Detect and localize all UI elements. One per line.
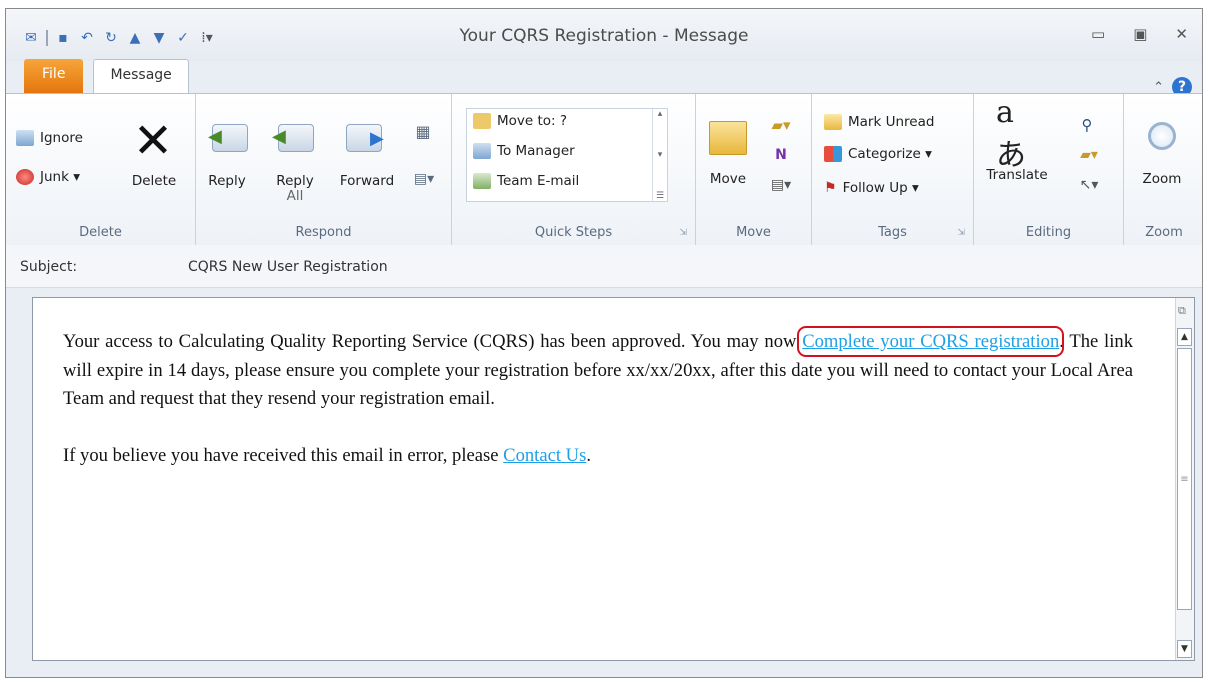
- team-mail-icon: [473, 173, 491, 189]
- group-label-zoom: Zoom: [1145, 225, 1183, 240]
- scroll-down-button[interactable]: ▼: [1177, 640, 1192, 658]
- reply-all-button[interactable]: Reply All: [270, 174, 320, 204]
- subject-label: Subject:: [20, 259, 78, 275]
- body-text: .: [586, 444, 591, 466]
- window-title: Your CQRS Registration - Message: [459, 26, 749, 46]
- group-quick-steps: Move to: ? To Manager Team E-mail ▴ ▾ ☰ Qu…: [452, 94, 696, 246]
- rules-icon[interactable]: ▰▾: [766, 114, 796, 136]
- zoom-button[interactable]: Zoom: [1134, 172, 1190, 187]
- tab-file[interactable]: File: [24, 59, 84, 93]
- categorize-icon: [824, 146, 842, 162]
- body-text: Your access to Calculating Quality Repor…: [63, 331, 803, 352]
- tab-message[interactable]: Message: [93, 59, 189, 93]
- onenote-icon[interactable]: N: [766, 144, 796, 166]
- scroll-up-icon[interactable]: ▴: [658, 109, 663, 119]
- reply-all-label-2: All: [286, 188, 304, 204]
- split-icon[interactable]: ⧉: [1178, 304, 1186, 318]
- find-icon[interactable]: ⚲: [1074, 114, 1100, 136]
- quick-step-label: Move to: ?: [497, 113, 568, 129]
- message-body[interactable]: Your access to Calculating Quality Repor…: [32, 297, 1195, 661]
- junk-button[interactable]: Junk ▾: [16, 169, 80, 185]
- scroll-down-icon[interactable]: ▾: [658, 150, 663, 160]
- meeting-icon[interactable]: ▦: [412, 120, 434, 142]
- move-button[interactable]: Move: [700, 172, 756, 187]
- group-editing: aあ Translate ⚲ ▰▾ ↖▾ Editing: [974, 94, 1124, 246]
- mark-unread-label: Mark Unread: [848, 114, 935, 130]
- quick-step-label: To Manager: [497, 143, 575, 159]
- ignore-icon: [16, 130, 34, 146]
- quick-step-to-manager[interactable]: To Manager: [473, 143, 575, 159]
- select-icon[interactable]: ↖▾: [1074, 174, 1104, 196]
- complete-registration-link[interactable]: Complete your CQRS registration: [797, 326, 1065, 357]
- contact-us-link[interactable]: Contact Us: [503, 445, 586, 466]
- group-move: Move ▰▾ N ▤▾ Move: [696, 94, 812, 246]
- subject-bar: Subject: CQRS New User Registration: [6, 245, 1202, 288]
- more-icon[interactable]: ☰: [656, 191, 664, 201]
- translate-icon[interactable]: aあ: [996, 95, 1040, 173]
- minimize-icon[interactable]: ▭: [1091, 25, 1105, 43]
- ignore-button[interactable]: Ignore: [16, 130, 83, 146]
- follow-up-label: Follow Up ▾: [842, 180, 919, 196]
- reply-all-label-1: Reply: [276, 173, 314, 189]
- group-label-move: Move: [736, 225, 771, 240]
- close-icon[interactable]: ✕: [1175, 25, 1188, 43]
- group-label-quick-steps: Quick Steps: [534, 225, 613, 240]
- group-zoom: Zoom Zoom: [1124, 94, 1202, 246]
- quick-step-team-email[interactable]: Team E-mail: [473, 173, 579, 189]
- move-icon[interactable]: [708, 116, 748, 160]
- title-bar: ✉ ▪ ↶ ↻ ▲ ▼ ✓ ⁞▾ Your CQRS Registration …: [6, 9, 1202, 61]
- translate-button[interactable]: Translate: [982, 168, 1052, 183]
- reply-button[interactable]: Reply: [202, 174, 252, 189]
- delete-button[interactable]: Delete: [124, 174, 184, 189]
- zoom-icon[interactable]: [1142, 112, 1182, 160]
- body-paragraph-2: If you believe you have received this em…: [63, 442, 1133, 471]
- group-label-tags: Tags: [878, 225, 907, 240]
- follow-up-button[interactable]: ⚑ Follow Up ▾: [824, 180, 919, 196]
- reply-icon[interactable]: ◀: [208, 118, 250, 158]
- body-paragraph-1: Your access to Calculating Quality Repor…: [63, 326, 1133, 414]
- window-controls: ▭ ▣ ✕: [1091, 25, 1188, 43]
- group-respond: ◀ Reply ◀ Reply All ▶ Forward ▦ ▤▾ Respon…: [196, 94, 452, 246]
- forward-mail-icon: [473, 143, 491, 159]
- group-tags: Mark Unread Categorize ▾ ⚑ Follow Up ▾ Ta…: [812, 94, 974, 246]
- group-delete: Ignore Junk ▾ ✕ Delete Delete: [6, 94, 196, 246]
- quick-step-move-to[interactable]: Move to: ?: [473, 113, 567, 129]
- restore-icon[interactable]: ▣: [1133, 25, 1147, 43]
- mark-unread-icon: [824, 114, 842, 130]
- group-label-delete: Delete: [79, 225, 122, 240]
- junk-label: Junk ▾: [40, 169, 80, 185]
- folder-icon: [473, 113, 491, 129]
- mark-unread-button[interactable]: Mark Unread: [824, 114, 934, 130]
- vertical-scrollbar[interactable]: ▲ ≡ ▼ ⧉: [1175, 298, 1194, 660]
- ribbon: Ignore Junk ▾ ✕ Delete Delete ◀ Reply ◀ …: [6, 93, 1202, 247]
- ignore-label: Ignore: [40, 130, 83, 146]
- group-label-respond: Respond: [295, 225, 352, 240]
- message-window: ✉ ▪ ↶ ↻ ▲ ▼ ✓ ⁞▾ Your CQRS Registration …: [5, 8, 1203, 678]
- more-respond-icon[interactable]: ▤▾: [406, 168, 442, 190]
- forward-button[interactable]: Forward: [334, 174, 400, 189]
- delete-icon[interactable]: ✕: [130, 113, 176, 169]
- scroll-thumb[interactable]: ≡: [1177, 348, 1192, 610]
- subject-value: CQRS New User Registration: [188, 259, 388, 275]
- ribbon-tabs: File Message: [24, 59, 189, 93]
- forward-icon[interactable]: ▶: [344, 118, 384, 158]
- body-text: If you believe you have received this em…: [63, 444, 504, 466]
- dialog-launcher-icon[interactable]: ⇲: [957, 228, 965, 238]
- quick-steps-scroll[interactable]: ▴ ▾ ☰: [652, 109, 667, 201]
- quick-steps-gallery: Move to: ? To Manager Team E-mail ▴ ▾ ☰: [466, 108, 668, 202]
- related-icon[interactable]: ▰▾: [1074, 144, 1104, 166]
- categorize-button[interactable]: Categorize ▾: [824, 146, 932, 162]
- categorize-label: Categorize ▾: [848, 146, 932, 162]
- junk-icon: [16, 169, 34, 185]
- actions-icon[interactable]: ▤▾: [766, 174, 796, 196]
- message-content: Your access to Calculating Quality Repor…: [63, 326, 1133, 471]
- scroll-up-button[interactable]: ▲: [1177, 328, 1192, 346]
- flag-icon: ⚑: [824, 180, 837, 196]
- reply-all-icon[interactable]: ◀: [272, 118, 316, 158]
- dialog-launcher-icon[interactable]: ⇲: [679, 228, 687, 238]
- quick-step-label: Team E-mail: [497, 173, 580, 189]
- group-label-editing: Editing: [1025, 225, 1072, 240]
